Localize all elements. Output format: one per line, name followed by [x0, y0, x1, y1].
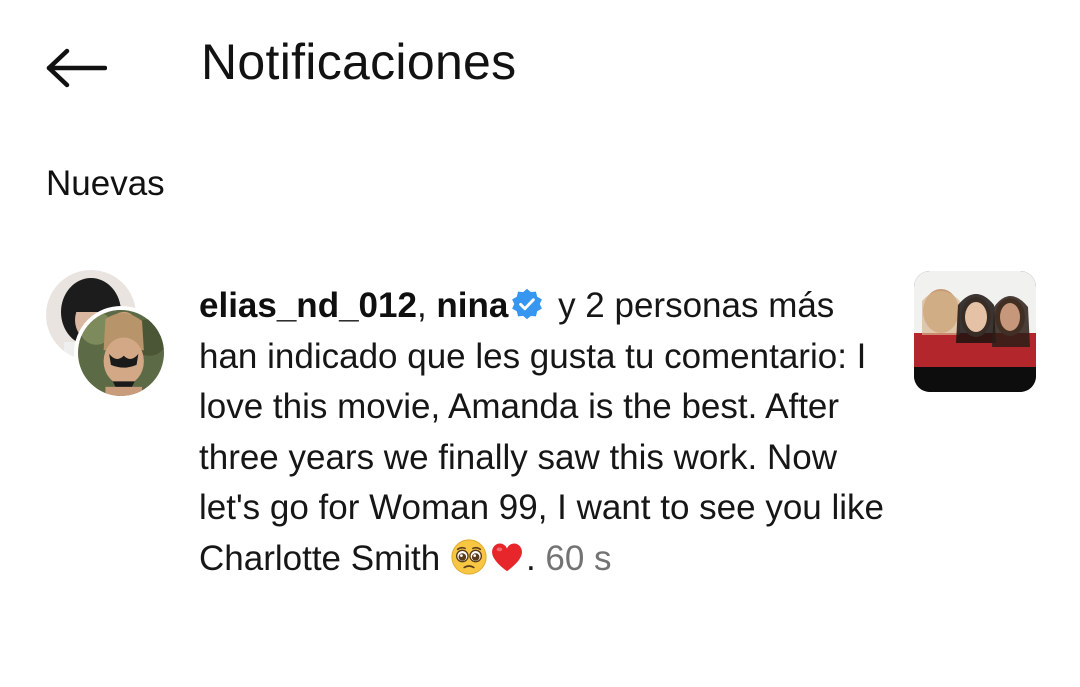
- avatar-stack[interactable]: [46, 270, 168, 400]
- section-title-new: Nuevas: [46, 164, 165, 203]
- page-title: Notificaciones: [201, 34, 517, 90]
- post-thumbnail[interactable]: [914, 271, 1036, 392]
- back-button[interactable]: [40, 40, 112, 96]
- avatar[interactable]: [74, 306, 168, 400]
- username-link[interactable]: elias_nd_012: [199, 286, 417, 325]
- punctuation-text: .: [525, 538, 546, 578]
- timestamp: 60 s: [545, 538, 612, 578]
- notification-text: elias_nd_012, nina y 2 personas más han …: [199, 281, 889, 584]
- arrow-left-icon: [46, 48, 107, 88]
- top-bar: Notificaciones: [0, 0, 1080, 130]
- avatar-photo: [78, 310, 164, 396]
- username-link[interactable]: nina: [436, 286, 508, 325]
- post-photo: [914, 271, 1036, 392]
- red-heart-emoji: [491, 542, 522, 571]
- pleading-face-emoji: [451, 538, 487, 575]
- separator-text: ,: [416, 286, 437, 325]
- notification-item[interactable]: elias_nd_012, nina y 2 personas más han …: [0, 265, 1080, 645]
- verified-badge-icon: [512, 288, 543, 320]
